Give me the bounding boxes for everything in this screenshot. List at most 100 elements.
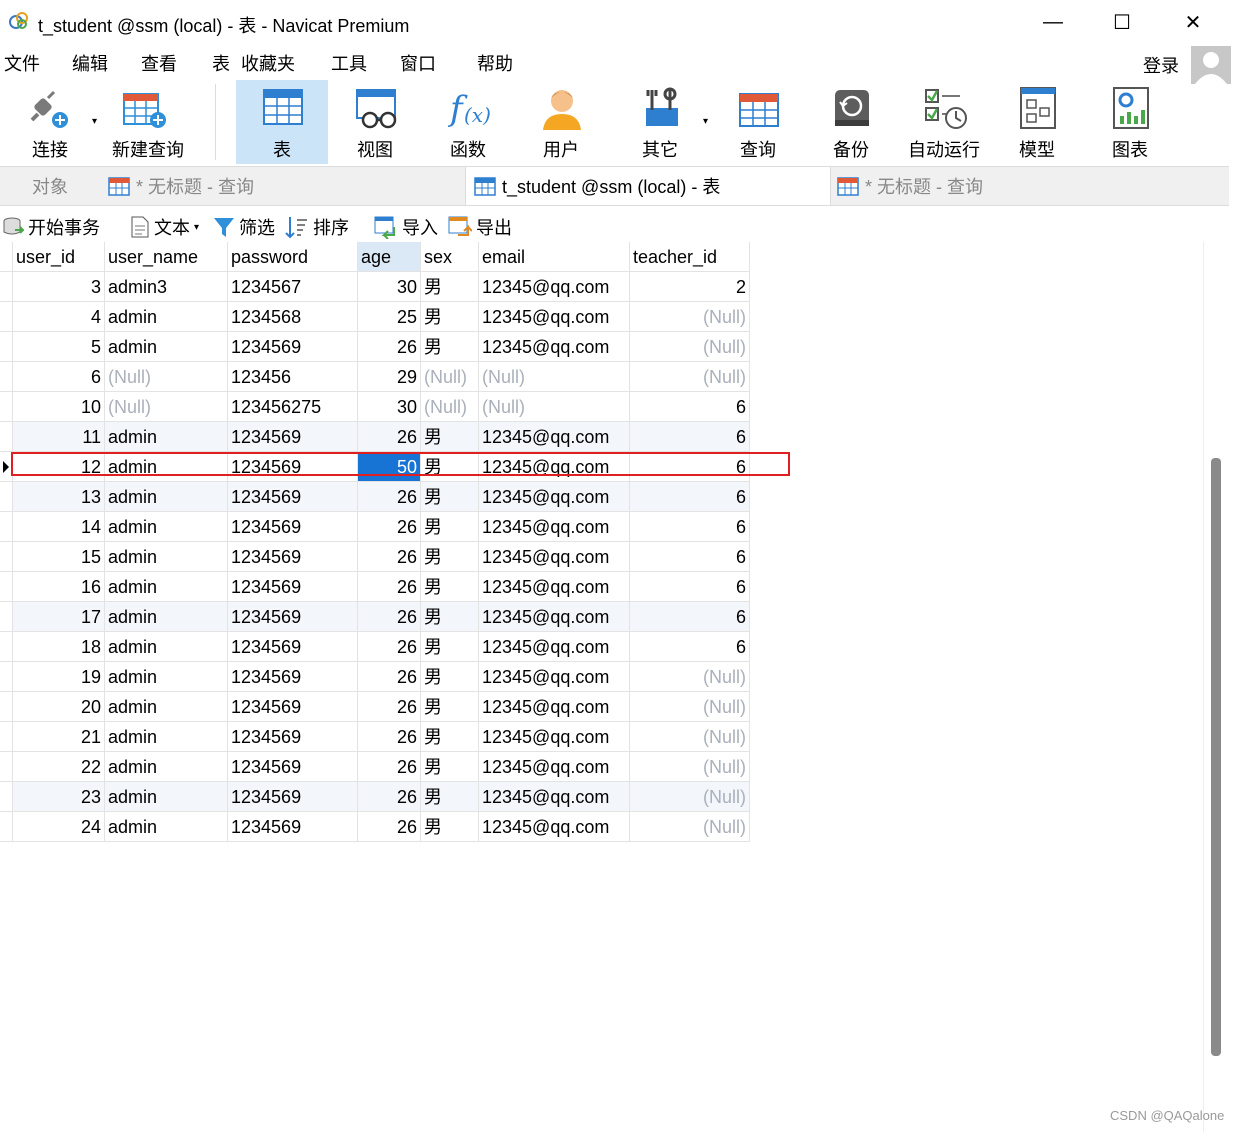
cell-password[interactable]: 1234569 — [228, 572, 358, 602]
cell-user-id[interactable]: 14 — [13, 512, 105, 542]
toolbar-query-button[interactable]: 查询 — [712, 80, 804, 164]
cell-email[interactable]: 12345@qq.com — [479, 542, 630, 572]
export-button[interactable]: 导出 — [448, 214, 512, 240]
cell-email[interactable]: 12345@qq.com — [479, 632, 630, 662]
avatar[interactable] — [1191, 46, 1231, 84]
connect-dropdown-icon[interactable]: ▾ — [92, 116, 97, 127]
cell-age[interactable]: 26 — [358, 602, 421, 632]
text-dropdown-icon[interactable]: ▾ — [194, 222, 199, 233]
cell-user-id[interactable]: 4 — [13, 302, 105, 332]
cell-teacher-id[interactable]: 6 — [630, 482, 750, 512]
cell-teacher-id[interactable]: 6 — [630, 602, 750, 632]
row-indicator[interactable] — [0, 572, 13, 602]
cell-sex[interactable]: 男 — [421, 782, 479, 812]
cell-age[interactable]: 30 — [358, 392, 421, 422]
row-indicator[interactable] — [0, 272, 13, 302]
cell-sex[interactable]: 男 — [421, 302, 479, 332]
cell-email[interactable]: (Null) — [479, 362, 630, 392]
cell-age[interactable]: 26 — [358, 692, 421, 722]
cell-email[interactable]: 12345@qq.com — [479, 332, 630, 362]
tab-untitled-query-1[interactable]: * 无标题 - 查询 — [100, 167, 465, 205]
cell-password[interactable]: 1234568 — [228, 302, 358, 332]
column-header-age[interactable]: age — [358, 242, 421, 272]
cell-email[interactable]: 12345@qq.com — [479, 722, 630, 752]
login-link[interactable]: 登录 — [1143, 52, 1179, 78]
toolbar-user-button[interactable]: 用户 — [515, 80, 607, 164]
cell-teacher-id[interactable]: 2 — [630, 272, 750, 302]
cell-user-name[interactable]: (Null) — [105, 392, 228, 422]
cell-sex[interactable]: 男 — [421, 542, 479, 572]
cell-email[interactable]: 12345@qq.com — [479, 302, 630, 332]
cell-password[interactable]: 1234569 — [228, 602, 358, 632]
cell-age[interactable]: 25 — [358, 302, 421, 332]
cell-user-name[interactable]: admin — [105, 572, 228, 602]
menu-window[interactable]: 窗口 — [400, 50, 436, 76]
cell-user-name[interactable]: admin — [105, 452, 228, 482]
cell-user-id[interactable]: 16 — [13, 572, 105, 602]
menu-help[interactable]: 帮助 — [477, 50, 513, 76]
cell-user-id[interactable]: 15 — [13, 542, 105, 572]
row-indicator[interactable] — [0, 512, 13, 542]
cell-email[interactable]: 12345@qq.com — [479, 422, 630, 452]
cell-age[interactable]: 29 — [358, 362, 421, 392]
cell-user-id[interactable]: 12 — [13, 452, 105, 482]
cell-user-id[interactable]: 10 — [13, 392, 105, 422]
tab-t-student-table[interactable]: t_student @ssm (local) - 表 — [465, 167, 831, 205]
cell-password[interactable]: 1234569 — [228, 452, 358, 482]
tab-objects[interactable]: 对象 — [0, 167, 100, 205]
cell-age[interactable]: 26 — [358, 782, 421, 812]
cell-password[interactable]: 1234569 — [228, 542, 358, 572]
cell-age[interactable]: 26 — [358, 572, 421, 602]
row-indicator[interactable] — [0, 662, 13, 692]
cell-user-id[interactable]: 6 — [13, 362, 105, 392]
row-indicator[interactable] — [0, 752, 13, 782]
cell-email[interactable]: 12345@qq.com — [479, 452, 630, 482]
sort-button[interactable]: 排序 — [285, 214, 349, 240]
cell-user-id[interactable]: 5 — [13, 332, 105, 362]
cell-teacher-id[interactable]: 6 — [630, 422, 750, 452]
row-indicator[interactable] — [0, 602, 13, 632]
column-header-password[interactable]: password — [228, 242, 358, 272]
cell-teacher-id[interactable]: (Null) — [630, 812, 750, 842]
menu-edit[interactable]: 编辑 — [72, 50, 108, 76]
cell-teacher-id[interactable]: (Null) — [630, 692, 750, 722]
cell-password[interactable]: 1234569 — [228, 632, 358, 662]
cell-password[interactable]: 1234567 — [228, 272, 358, 302]
cell-teacher-id[interactable]: (Null) — [630, 662, 750, 692]
cell-email[interactable]: 12345@qq.com — [479, 812, 630, 842]
cell-teacher-id[interactable]: (Null) — [630, 332, 750, 362]
row-indicator[interactable] — [0, 362, 13, 392]
column-header-sex[interactable]: sex — [421, 242, 479, 272]
cell-user-name[interactable]: admin — [105, 542, 228, 572]
cell-teacher-id[interactable]: 6 — [630, 392, 750, 422]
cell-email[interactable]: 12345@qq.com — [479, 662, 630, 692]
column-header-teacher-id[interactable]: teacher_id — [630, 242, 750, 272]
menu-file[interactable]: 文件 — [4, 50, 40, 76]
cell-sex[interactable]: 男 — [421, 332, 479, 362]
column-header-user-id[interactable]: user_id — [13, 242, 105, 272]
cell-teacher-id[interactable]: (Null) — [630, 782, 750, 812]
cell-age[interactable]: 26 — [358, 542, 421, 572]
cell-age[interactable]: 30 — [358, 272, 421, 302]
cell-user-id[interactable]: 3 — [13, 272, 105, 302]
cell-user-id[interactable]: 22 — [13, 752, 105, 782]
cell-user-name[interactable]: admin — [105, 422, 228, 452]
menu-view[interactable]: 查看 — [141, 50, 177, 76]
menu-table[interactable]: 表 — [212, 50, 230, 76]
row-indicator[interactable] — [0, 542, 13, 572]
toolbar-other-button[interactable]: 其它 — [614, 80, 706, 164]
toolbar-connect-button[interactable]: 连接 — [4, 80, 96, 164]
row-indicator[interactable] — [0, 782, 13, 812]
cell-user-id[interactable]: 20 — [13, 692, 105, 722]
row-indicator[interactable] — [0, 632, 13, 662]
toolbar-table-button[interactable]: 表 — [236, 80, 328, 164]
cell-email[interactable]: 12345@qq.com — [479, 512, 630, 542]
cell-password[interactable]: 123456 — [228, 362, 358, 392]
cell-sex[interactable]: 男 — [421, 662, 479, 692]
cell-teacher-id[interactable]: (Null) — [630, 302, 750, 332]
cell-age[interactable]: 26 — [358, 812, 421, 842]
cell-user-id[interactable]: 21 — [13, 722, 105, 752]
cell-teacher-id[interactable]: 6 — [630, 512, 750, 542]
row-indicator[interactable] — [0, 302, 13, 332]
cell-email[interactable]: 12345@qq.com — [479, 572, 630, 602]
